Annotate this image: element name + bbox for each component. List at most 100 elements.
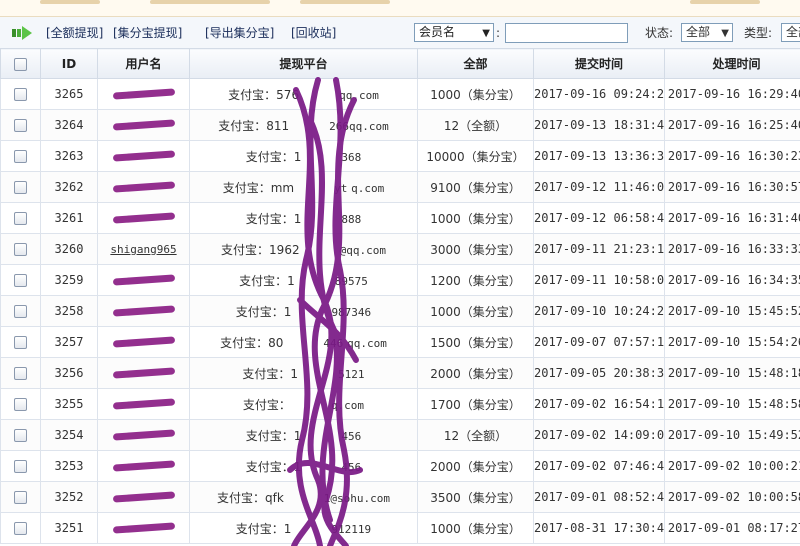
select-all-checkbox[interactable]: [14, 57, 27, 71]
row-checkbox[interactable]: [14, 460, 27, 473]
row-username-cell[interactable]: [97, 512, 190, 544]
row-submit-time: 2017-08-31 17:30:47: [533, 512, 665, 544]
row-select-cell[interactable]: [0, 295, 41, 327]
row-username-cell[interactable]: shigang965: [97, 233, 190, 265]
row-username-cell[interactable]: [97, 78, 190, 110]
row-select-cell[interactable]: [0, 512, 41, 544]
row-checkbox[interactable]: [14, 398, 27, 411]
row-select-cell[interactable]: [0, 140, 41, 172]
column-header-id[interactable]: ID: [40, 48, 98, 79]
column-header-amount[interactable]: 全部: [417, 48, 534, 79]
row-checkbox[interactable]: [14, 243, 27, 256]
row-checkbox[interactable]: [14, 274, 27, 287]
table-row[interactable]: 3254 支付宝：1 456 12（全额） 2017-09-02 14:09:01 201…: [0, 419, 800, 451]
row-select-cell[interactable]: [0, 357, 41, 389]
column-header-submit-time[interactable]: 提交时间: [533, 48, 665, 79]
username-redaction: [112, 305, 175, 317]
row-checkbox[interactable]: [14, 181, 27, 194]
row-checkbox[interactable]: [14, 522, 27, 535]
row-checkbox[interactable]: [14, 150, 27, 163]
row-username-cell[interactable]: [97, 109, 190, 141]
table-row[interactable]: 3253 支付宝：1 456 2000（集分宝） 2017-09-02 07:46:43…: [0, 450, 800, 482]
column-header-platform[interactable]: 提现平台: [189, 48, 418, 79]
recycle-bin-link[interactable]: [回收站]: [291, 25, 336, 41]
row-username-cell[interactable]: [97, 264, 190, 296]
row-select-cell[interactable]: [0, 388, 41, 420]
row-username-cell[interactable]: [97, 419, 190, 451]
select-all-header[interactable]: [0, 48, 41, 79]
platform-account-prefix: 支付宝：1: [245, 149, 302, 164]
row-username-cell[interactable]: [97, 171, 190, 203]
row-process-time: 2017-09-16 16:33:33: [664, 233, 800, 265]
row-id: 3253: [40, 450, 98, 482]
row-select-cell[interactable]: [0, 171, 41, 203]
table-row[interactable]: 3264 支付宝：811 266qq.com 12（全额） 2017-09-13 18:…: [0, 109, 800, 141]
platform-account-tail: 5121: [338, 367, 365, 381]
platform-account-tail: @qq.com: [339, 243, 386, 257]
row-platform: 支付宝：1 987346: [189, 295, 418, 327]
row-select-cell[interactable]: [0, 481, 41, 513]
table-row[interactable]: 3255 支付宝： q.com 1700（集分宝） 2017-09-02 16:54:1…: [0, 388, 800, 420]
row-checkbox[interactable]: [14, 305, 27, 318]
member-field-select[interactable]: 会员名 ▼: [414, 23, 494, 42]
row-checkbox[interactable]: [14, 367, 27, 380]
username-redaction: [112, 88, 175, 100]
username-redaction: [112, 336, 175, 348]
dropdown-arrow-icon: ▼: [482, 28, 490, 39]
row-checkbox[interactable]: [14, 88, 27, 101]
column-header-username[interactable]: 用户名: [97, 48, 190, 79]
points-withdraw-link[interactable]: [集分宝提现]: [113, 25, 182, 41]
row-process-time: 2017-09-10 15:48:58: [664, 388, 800, 420]
full-withdraw-link[interactable]: [全额提现]: [46, 25, 103, 41]
table-row[interactable]: 3258 支付宝：1 987346 1000（集分宝） 2017-09-10 10:24…: [0, 295, 800, 327]
status-select[interactable]: 全部 ▼: [681, 23, 733, 42]
row-select-cell[interactable]: [0, 264, 41, 296]
row-process-time: 2017-09-16 16:31:40: [664, 202, 800, 234]
row-username-cell[interactable]: [97, 450, 190, 482]
row-process-time: 2017-09-16 16:34:35: [664, 264, 800, 296]
type-select[interactable]: 全部: [781, 23, 800, 42]
row-username-cell[interactable]: [97, 326, 190, 358]
row-username-cell[interactable]: [97, 295, 190, 327]
row-process-time: 2017-09-10 15:54:26: [664, 326, 800, 358]
column-header-process-time[interactable]: 处理时间: [664, 48, 800, 79]
table-row[interactable]: 3262 支付宝：mm yt q.com 9100（集分宝） 2017-09-12 11…: [0, 171, 800, 203]
table-row[interactable]: 3251 支付宝：1 912119 1000（集分宝） 2017-08-31 17:30…: [0, 512, 800, 544]
row-username-cell[interactable]: [97, 140, 190, 172]
table-row[interactable]: 3252 支付宝：qfk 1@sohu.com 3500（集分宝） 2017-09-01…: [0, 481, 800, 513]
table-row[interactable]: 3259 支付宝：1 89575 1200（集分宝） 2017-09-11 10:58:…: [0, 264, 800, 296]
platform-account-prefix: 支付宝：qfk: [216, 490, 284, 505]
row-checkbox[interactable]: [14, 491, 27, 504]
row-select-cell[interactable]: [0, 419, 41, 451]
table-row[interactable]: 3257 支付宝：80 446 qq.com 1500（集分宝） 2017-09-07 …: [0, 326, 800, 358]
row-username-cell[interactable]: [97, 357, 190, 389]
row-select-cell[interactable]: [0, 450, 41, 482]
row-checkbox[interactable]: [14, 119, 27, 132]
search-input[interactable]: [505, 23, 628, 43]
row-select-cell[interactable]: [0, 233, 41, 265]
table-row[interactable]: 3263 支付宝：1 368 10000（集分宝） 2017-09-13 13:36:3…: [0, 140, 800, 172]
row-select-cell[interactable]: [0, 326, 41, 358]
row-checkbox[interactable]: [14, 212, 27, 225]
row-username[interactable]: shigang965: [110, 243, 176, 256]
row-username-cell[interactable]: [97, 481, 190, 513]
row-id: 3258: [40, 295, 98, 327]
row-checkbox[interactable]: [14, 336, 27, 349]
username-redaction: [112, 212, 175, 224]
row-select-cell[interactable]: [0, 202, 41, 234]
table-row[interactable]: 3261 支付宝：1 888 1000（集分宝） 2017-09-12 06:58:47…: [0, 202, 800, 234]
row-checkbox[interactable]: [14, 429, 27, 442]
row-username-cell[interactable]: [97, 388, 190, 420]
row-process-time: 2017-09-16 16:29:40: [664, 78, 800, 110]
row-select-cell[interactable]: [0, 109, 41, 141]
row-submit-time: 2017-09-11 10:58:03: [533, 264, 665, 296]
table-row[interactable]: 3265 支付宝：576 qq.com 1000（集分宝） 2017-09-16 09:…: [0, 78, 800, 110]
export-points-link[interactable]: [导出集分宝]: [205, 25, 274, 41]
row-select-cell[interactable]: [0, 78, 41, 110]
row-platform: 支付宝：1 368: [189, 140, 418, 172]
withdrawal-table: ID 用户名 提现平台 全部 提交时间 处理时间 3265 支付宝：576 qq.c…: [0, 48, 800, 544]
table-row[interactable]: 3256 支付宝：1 5121 2000（集分宝） 2017-09-05 20:38:3…: [0, 357, 800, 389]
platform-account-tail: 1@sohu.com: [323, 491, 391, 505]
row-username-cell[interactable]: [97, 202, 190, 234]
table-row[interactable]: 3260 shigang965 支付宝：1962 @qq.com 3000（集分宝） 20…: [0, 233, 800, 265]
